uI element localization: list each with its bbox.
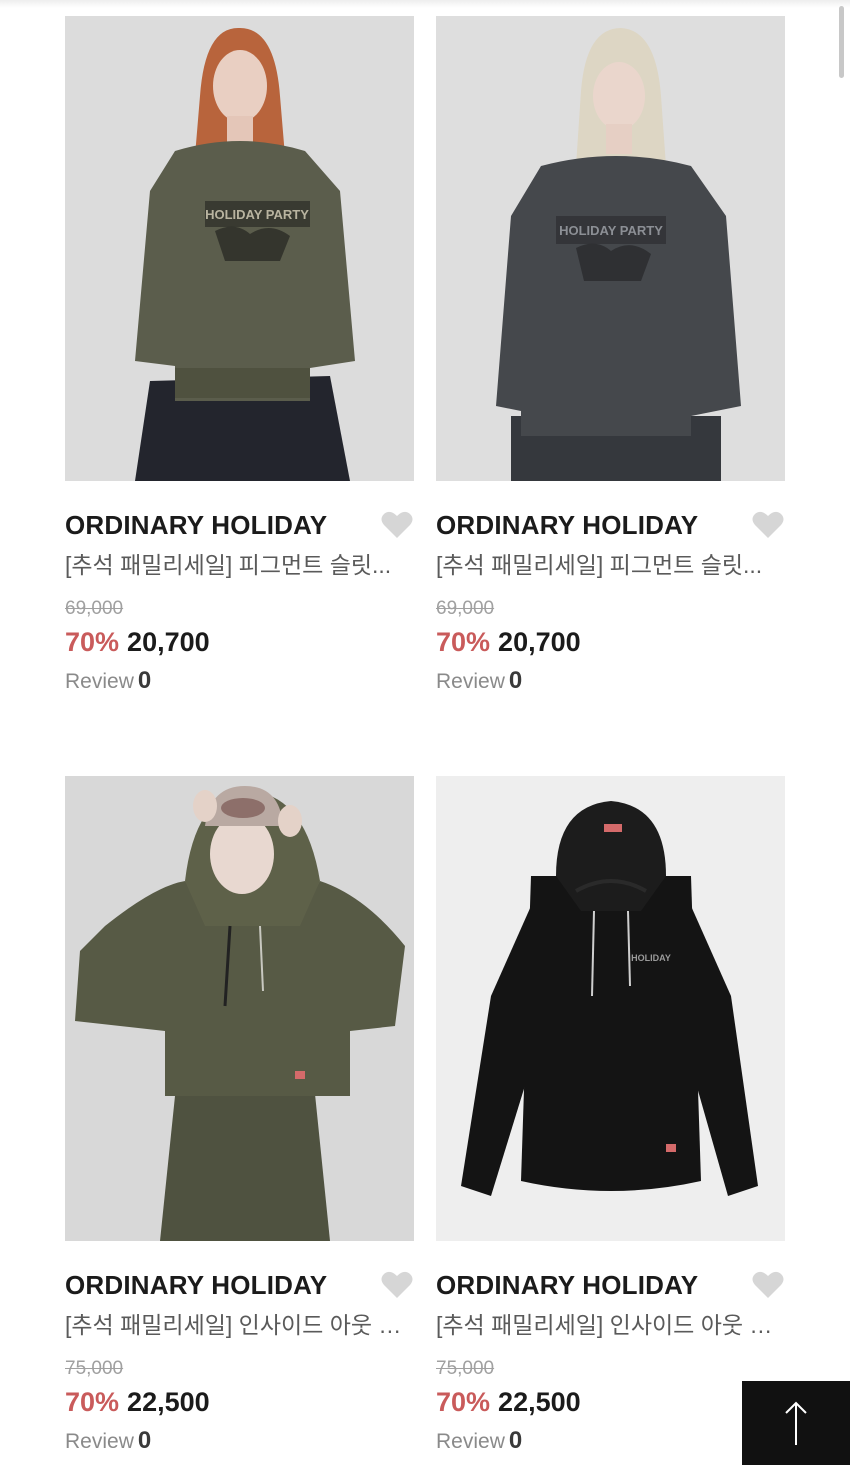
price-row: 70% 20,700 xyxy=(436,625,785,659)
product-image[interactable]: HOLIDAY PARTY xyxy=(65,16,414,481)
discount-rate: 70% xyxy=(436,1387,491,1417)
heart-icon[interactable] xyxy=(751,1270,785,1300)
sale-price: 22,500 xyxy=(127,1387,210,1417)
product-image[interactable]: HOLIDAY xyxy=(436,776,785,1241)
product-grid: HOLIDAY PARTY ORDINARY HOLIDAY [추석 패밀리세일… xyxy=(65,16,785,1465)
brand-row: ORDINARY HOLIDAY xyxy=(436,508,785,542)
heart-icon[interactable] xyxy=(751,510,785,540)
review-row: Review 0 xyxy=(65,667,414,696)
scrollbar[interactable] xyxy=(839,6,844,78)
top-shadow xyxy=(0,0,850,8)
review-row: Review 0 xyxy=(436,1427,785,1456)
product-card[interactable]: ORDINARY HOLIDAY [추석 패밀리세일] 인사이드 아웃 후...… xyxy=(65,776,414,1465)
svg-text:HOLIDAY: HOLIDAY xyxy=(631,953,671,963)
review-count: 0 xyxy=(508,667,523,694)
brand-name[interactable]: ORDINARY HOLIDAY xyxy=(436,1268,785,1302)
product-card[interactable]: HOLIDAY ORDINARY HOLIDAY [추석 패밀리세일] 인사이드… xyxy=(436,776,785,1465)
svg-text:HOLIDAY PARTY: HOLIDAY PARTY xyxy=(559,223,663,238)
brand-name[interactable]: ORDINARY HOLIDAY xyxy=(65,508,414,542)
svg-text:HOLIDAY PARTY: HOLIDAY PARTY xyxy=(205,207,309,222)
heart-icon[interactable] xyxy=(380,510,414,540)
sale-price: 22,500 xyxy=(498,1387,581,1417)
product-list-page: HOLIDAY PARTY ORDINARY HOLIDAY [추석 패밀리세일… xyxy=(0,0,850,1465)
product-card[interactable]: HOLIDAY PARTY ORDINARY HOLIDAY [추석 패밀리세일… xyxy=(436,16,785,724)
review-row: Review 0 xyxy=(65,1427,414,1456)
product-title[interactable]: [추석 패밀리세일] 인사이드 아웃 후... xyxy=(436,1310,785,1340)
price-row: 70% 20,700 xyxy=(65,625,414,659)
review-label: Review xyxy=(65,670,134,693)
original-price: 69,000 xyxy=(436,598,495,619)
brand-name[interactable]: ORDINARY HOLIDAY xyxy=(436,508,785,542)
discount-rate: 70% xyxy=(65,1387,120,1417)
arrow-up-icon xyxy=(785,1401,807,1445)
discount-rate: 70% xyxy=(65,627,120,657)
price-row: 70% 22,500 xyxy=(65,1385,414,1419)
review-label: Review xyxy=(436,670,505,693)
review-label: Review xyxy=(65,1430,134,1453)
product-image[interactable]: HOLIDAY PARTY xyxy=(436,16,785,481)
original-price: 75,000 xyxy=(65,1358,124,1379)
product-card[interactable]: HOLIDAY PARTY ORDINARY HOLIDAY [추석 패밀리세일… xyxy=(65,16,414,724)
brand-row: ORDINARY HOLIDAY xyxy=(65,508,414,542)
brand-row: ORDINARY HOLIDAY xyxy=(436,1268,785,1302)
review-label: Review xyxy=(436,1430,505,1453)
original-price: 75,000 xyxy=(436,1358,495,1379)
sale-price: 20,700 xyxy=(127,627,210,657)
heart-icon[interactable] xyxy=(380,1270,414,1300)
price-row: 70% 22,500 xyxy=(436,1385,785,1419)
scroll-to-top-button[interactable] xyxy=(742,1381,850,1465)
discount-rate: 70% xyxy=(436,627,491,657)
brand-row: ORDINARY HOLIDAY xyxy=(65,1268,414,1302)
review-count: 0 xyxy=(137,667,152,694)
product-title[interactable]: [추석 패밀리세일] 피그먼트 슬릿... xyxy=(65,550,414,580)
product-title[interactable]: [추석 패밀리세일] 인사이드 아웃 후... xyxy=(65,1310,414,1340)
review-count: 0 xyxy=(508,1427,523,1454)
sale-price: 20,700 xyxy=(498,627,581,657)
review-count: 0 xyxy=(137,1427,152,1454)
product-image[interactable] xyxy=(65,776,414,1241)
original-price: 69,000 xyxy=(65,598,124,619)
brand-name[interactable]: ORDINARY HOLIDAY xyxy=(65,1268,414,1302)
product-title[interactable]: [추석 패밀리세일] 피그먼트 슬릿... xyxy=(436,550,785,580)
review-row: Review 0 xyxy=(436,667,785,696)
